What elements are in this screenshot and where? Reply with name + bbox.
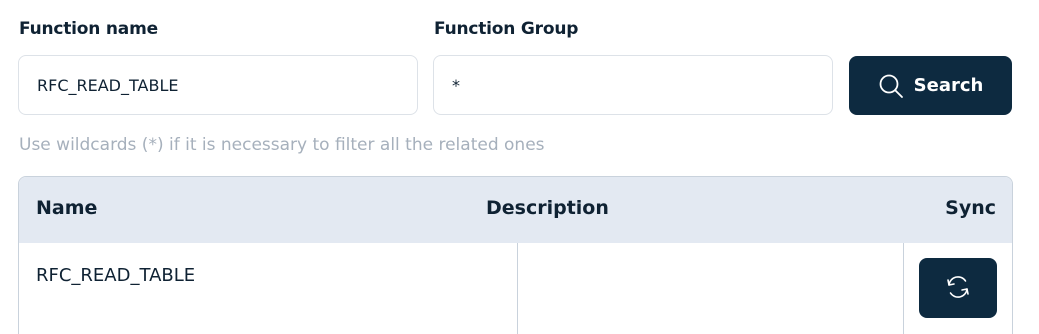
- column-divider: [903, 243, 904, 334]
- column-header-name: Name: [36, 197, 98, 219]
- search-button[interactable]: Search: [849, 56, 1012, 115]
- column-divider: [517, 243, 518, 334]
- function-name-label: Function name: [19, 19, 158, 39]
- row-name-cell: RFC_READ_TABLE: [36, 265, 196, 286]
- function-group-label: Function Group: [434, 19, 579, 39]
- table-header: Name Description Sync: [19, 177, 1012, 243]
- function-group-input[interactable]: [433, 55, 833, 115]
- sync-icon: [944, 273, 972, 304]
- search-icon: [878, 73, 904, 99]
- column-header-description: Description: [486, 197, 609, 219]
- search-button-label: Search: [913, 75, 984, 96]
- table-row: RFC_READ_TABLE: [19, 243, 1012, 334]
- sync-button[interactable]: [919, 258, 997, 318]
- wildcard-hint: Use wildcards (*) if it is necessary to …: [19, 135, 545, 155]
- function-name-input[interactable]: [18, 55, 418, 115]
- functions-table: Name Description Sync RFC_READ_TABLE: [18, 176, 1013, 334]
- column-header-sync: Sync: [945, 197, 996, 219]
